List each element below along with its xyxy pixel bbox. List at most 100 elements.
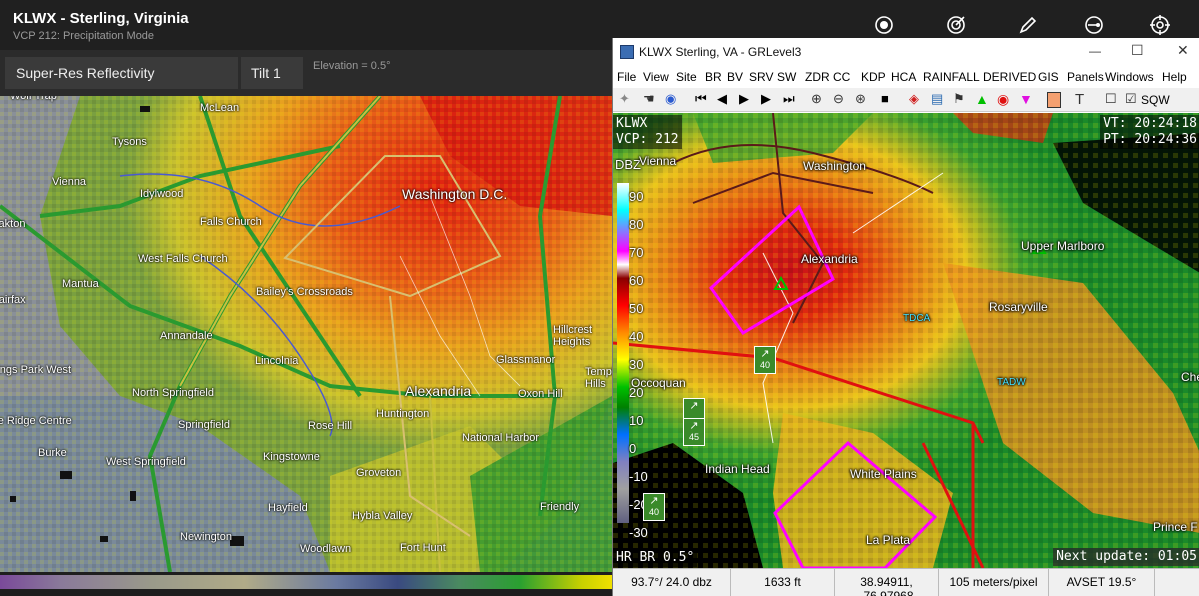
map-label: Indian Head [705,462,770,476]
map-label: Woodlawn [300,543,352,555]
menu-file[interactable]: File [617,70,636,84]
arrow-circle-icon[interactable] [1083,14,1105,36]
map-label: Hillcrest Heights [553,324,593,348]
wind-icon[interactable]: ⚑ [953,91,971,109]
menu-kdp[interactable]: KDP [861,70,886,84]
circle-marker-icon[interactable]: ◉ [997,91,1015,109]
step-back-icon[interactable]: ◀ [717,91,735,109]
wind-report-icon: ↗ [649,495,659,507]
dbz-tick: 30 [629,357,644,372]
map-label: Newington [180,531,232,543]
left-color-scale [0,572,612,596]
map-label: Lake Ridge Centre [0,415,72,427]
hand-icon[interactable]: ☚ [643,91,661,109]
storm-report-marker[interactable]: ↗ 45 [683,418,705,446]
menu-hca[interactable]: HCA [891,70,916,84]
storm-report-marker[interactable]: ↗ 40 [643,493,665,521]
vcp-readout: VCP: 212 [616,132,679,147]
elevation-readout: Elevation = 0.5° [313,60,391,72]
map-label: Fairfax [0,294,26,306]
tilt-selector[interactable]: Tilt 1 [241,57,303,89]
menu-panels[interactable]: Panels [1067,70,1104,84]
resolution-readout: 105 meters/pixel [939,569,1049,596]
window-titlebar[interactable]: KLWX Sterling, VA - GRLevel3 — ☐ ✕ [613,38,1199,66]
menu-cc[interactable]: CC [833,70,850,84]
globe-icon[interactable]: ◉ [665,91,683,109]
wind-report-icon: ↗ [689,400,699,412]
step-forward-icon[interactable]: ▶ [761,91,779,109]
dbz-color-bar [617,183,629,523]
minimize-button[interactable]: — [1089,44,1105,60]
zoom-reset-icon[interactable]: ⊛ [855,91,873,109]
dbz-tick: 40 [629,329,644,344]
product-selector[interactable]: Super-Res Reflectivity [5,57,238,89]
map-label: Mantua [62,278,99,290]
color-scale-bar [0,575,612,589]
zoom-out-icon[interactable]: ⊖ [833,91,851,109]
menu-srv[interactable]: SRV [749,70,773,84]
checkbox-icon[interactable]: ☐ [1105,91,1123,109]
time-overlay: VT: 20:24:18 PT: 20:24:36 [1100,115,1199,149]
product-toolbar: Super-Res Reflectivity Tilt 1 Elevation … [0,50,612,96]
toolbar: ✦ ☚ ◉ ⏮ ◀ ▶ ▶ ⏭ ⊕ ⊖ ⊛ ■ ◈ ▤ ⚑ ▲ ◉ ▼ T ☐ … [613,88,1199,112]
map-label: Kings Park West [0,364,72,376]
menu-site[interactable]: Site [676,70,697,84]
pencil-icon[interactable] [1017,14,1039,36]
dbz-tick: 70 [629,245,644,260]
dbz-tick: 60 [629,273,644,288]
close-button[interactable]: ✕ [1177,42,1193,58]
right-radar-map[interactable]: DBZ 90 80 70 60 50 40 30 20 10 0 -10 -20 -30 Washingt… [613,113,1199,568]
grlevel3-window: KLWX Sterling, VA - GRLevel3 — ☐ ✕ File V… [612,38,1199,596]
menu-zdr[interactable]: ZDR [805,70,830,84]
menu-help[interactable]: Help [1162,70,1187,84]
record-icon[interactable] [873,14,895,36]
maximize-button[interactable]: ☐ [1131,42,1147,58]
radar-target-icon[interactable] [945,14,967,36]
triangle-up-icon[interactable]: ▲ [975,91,993,109]
storm-icon[interactable]: ◈ [909,91,927,109]
stop-icon[interactable]: ■ [881,91,899,109]
map-label: Alexandria [801,252,858,266]
marker-value: 45 [688,432,699,442]
cursor-icon[interactable]: ✦ [619,91,637,109]
map-label: Prince F [1153,520,1198,534]
station-overlay: KLWX VCP: 212 [613,115,682,149]
marker-value: 40 [648,507,659,517]
app-title: KLWX - Sterling, Virginia [13,10,189,27]
map-label: West Falls Church [138,253,228,265]
map-label: White Plains [850,467,917,481]
left-radar-map[interactable]: Tysons McLean Vienna Idylwood Falls Church We… [0,96,612,572]
pt-readout: PT: 20:24:36 [1103,132,1197,147]
map-label: Glassmanor [496,354,556,366]
play-icon[interactable]: ▶ [739,91,757,109]
dbz-tick: -10 [629,469,648,484]
height-readout: 1633 ft [731,569,835,596]
map-label: Occoquan [631,376,686,390]
storm-report-marker[interactable]: ↗ 40 [754,346,776,374]
last-frame-icon[interactable]: ⏭ [783,91,801,109]
city-label: Washington D.C. [402,186,508,202]
map-label: Wolf Trap [10,96,57,102]
layers-icon[interactable]: ▤ [931,91,949,109]
menu-rainfall[interactable]: RAINFALL [923,70,980,84]
first-frame-icon[interactable]: ⏮ [695,91,713,109]
color-swatch-icon[interactable] [1047,92,1061,108]
menu-windows[interactable]: Windows [1105,70,1154,84]
map-label: TDCA [903,313,931,324]
menu-bv[interactable]: BV [727,70,743,84]
right-radar-image [613,113,1199,568]
crosshair-icon[interactable] [1149,14,1171,36]
menu-view[interactable]: View [643,70,669,84]
menu-br[interactable]: BR [705,70,722,84]
map-label: McLean [200,102,240,114]
map-label: Burke [38,447,67,459]
menu-gis[interactable]: GIS [1038,70,1059,84]
menu-bar: File View Site BR BV SRV SW ZDR CC KDP HCA RAINFALL… [613,66,1199,88]
text-tool-icon[interactable]: T [1075,91,1093,109]
menu-derived[interactable]: DERIVED [983,70,1036,84]
map-label: West Springfield [106,456,186,468]
triangle-down-icon[interactable]: ▼ [1019,91,1037,109]
zoom-in-icon[interactable]: ⊕ [811,91,829,109]
map-label: Hybla Valley [352,510,413,522]
menu-sw[interactable]: SW [777,70,796,84]
